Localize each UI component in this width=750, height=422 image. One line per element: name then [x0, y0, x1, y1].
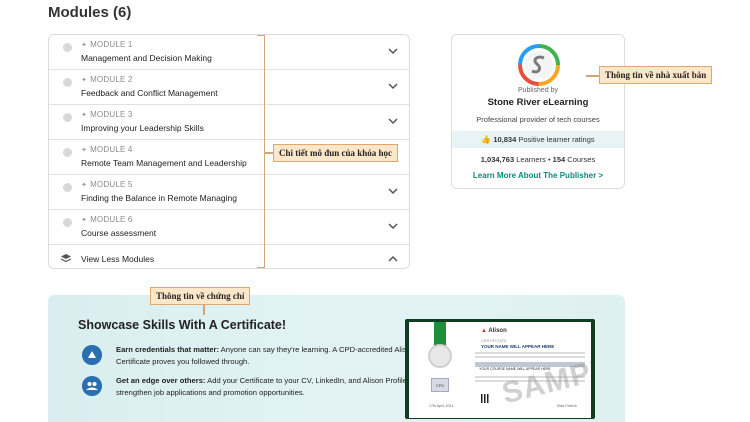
module-item[interactable]: ✦ MODULE 2 Feedback and Conflict Manageme… [49, 70, 409, 105]
publisher-logo-icon [518, 44, 560, 86]
cpd-badge: CPD [431, 378, 449, 392]
learn-more-publisher-link[interactable]: Learn More About The Publisher > [452, 171, 624, 180]
annotation-connector [586, 75, 599, 77]
chevron-down-icon[interactable] [387, 81, 399, 91]
progress-dot-icon [63, 43, 72, 52]
published-by-label: Published by [517, 87, 559, 94]
module-item[interactable]: ✦ MODULE 1 Management and Decision Making [49, 35, 409, 70]
progress-dot-icon [63, 78, 72, 87]
learners-count: 1,034,763 [480, 155, 515, 164]
module-icon: ✦ [81, 147, 88, 154]
chevron-down-icon[interactable] [387, 46, 399, 56]
chevron-down-icon[interactable] [387, 221, 399, 231]
modules-heading: Modules (6) [48, 4, 132, 21]
credential-icon [82, 345, 102, 365]
publisher-ratings: 👍 10,834 Positive learner ratings [452, 131, 624, 148]
certificate-signer: Mike Feerick [557, 404, 577, 408]
certificate-label: CERTIFICATE [481, 339, 507, 343]
stats-separator: • [547, 155, 551, 164]
ratings-label: Positive learner ratings [518, 135, 595, 144]
module-tag: MODULE 2 [90, 75, 133, 84]
courses-label: Courses [567, 155, 596, 164]
chevron-up-icon[interactable] [387, 254, 399, 264]
module-icon: ✦ [81, 112, 88, 119]
publisher-description: Professional provider of tech courses [476, 115, 600, 124]
module-title: Management and Decision Making [81, 53, 212, 63]
certificate-preview: ▲ Alison CERTIFICATE YOUR NAME WILL APPE… [405, 319, 595, 419]
seal-icon [428, 344, 452, 368]
thumbs-up-icon: 👍 [481, 135, 492, 144]
module-title: Feedback and Conflict Management [81, 88, 218, 98]
alison-logo-icon: ▲ [481, 328, 487, 334]
annotation-bracket [257, 35, 265, 268]
certificate-date: 17th April, 2024 [429, 404, 454, 408]
feature-heading: Get an edge over others: [116, 376, 206, 385]
publisher-stats: 1,034,763 Learners • 154 Courses [452, 155, 624, 164]
qr-code-icon [481, 394, 490, 403]
view-less-label: View Less Modules [81, 254, 155, 264]
people-icon [82, 376, 102, 396]
learners-label: Learners [516, 155, 546, 164]
module-icon: ✦ [81, 77, 88, 84]
module-tag: MODULE 4 [90, 145, 133, 154]
module-icon: ✦ [81, 42, 88, 49]
module-tag: MODULE 6 [90, 215, 133, 224]
callout-publisher: Thông tin về nhà xuất bản [599, 66, 713, 84]
module-title: Improving your Leadership Skills [81, 123, 204, 133]
progress-dot-icon [63, 218, 72, 227]
courses-count: 154 [552, 155, 566, 164]
module-icon: ✦ [81, 217, 88, 224]
callout-certificate: Thông tin về chứng chỉ [150, 287, 251, 305]
module-tag: MODULE 3 [90, 110, 133, 119]
annotation-connector [265, 152, 273, 154]
callout-modules: Chi tiết mô đun của khóa học [273, 144, 399, 162]
module-item[interactable]: ✦ MODULE 3 Improving your Leadership Skil… [49, 105, 409, 140]
certificate-section: Showcase Skills With A Certificate! Earn… [48, 295, 625, 422]
feature-heading: Earn credentials that matter: [116, 345, 219, 354]
view-less-modules-button[interactable]: View Less Modules [49, 245, 409, 272]
module-title: Remote Team Management and Leadership [81, 158, 247, 168]
certificate-name-placeholder: YOUR NAME WILL APPEAR HERE [481, 344, 555, 349]
module-item[interactable]: ✦ MODULE 5 Finding the Balance in Remote … [49, 175, 409, 210]
publisher-name: Stone River eLearning [487, 97, 589, 108]
module-title: Course assessment [81, 228, 157, 238]
layers-icon [60, 254, 72, 263]
module-icon: ✦ [81, 182, 88, 189]
chevron-down-icon[interactable] [387, 186, 399, 196]
progress-dot-icon [63, 148, 72, 157]
module-title: Finding the Balance in Remote Managing [81, 193, 237, 203]
module-tag: MODULE 5 [90, 180, 133, 189]
progress-dot-icon [63, 113, 72, 122]
publisher-card: Published by Stone River eLearning Profe… [451, 34, 625, 189]
ratings-count: 10,834 [493, 135, 517, 144]
chevron-down-icon[interactable] [387, 116, 399, 126]
module-tag: MODULE 1 [90, 40, 133, 49]
progress-dot-icon [63, 183, 72, 192]
module-item[interactable]: ✦ MODULE 6 Course assessment [49, 210, 409, 245]
certificate-title: Showcase Skills With A Certificate! [78, 318, 287, 332]
alison-brand: Alison [488, 328, 507, 334]
